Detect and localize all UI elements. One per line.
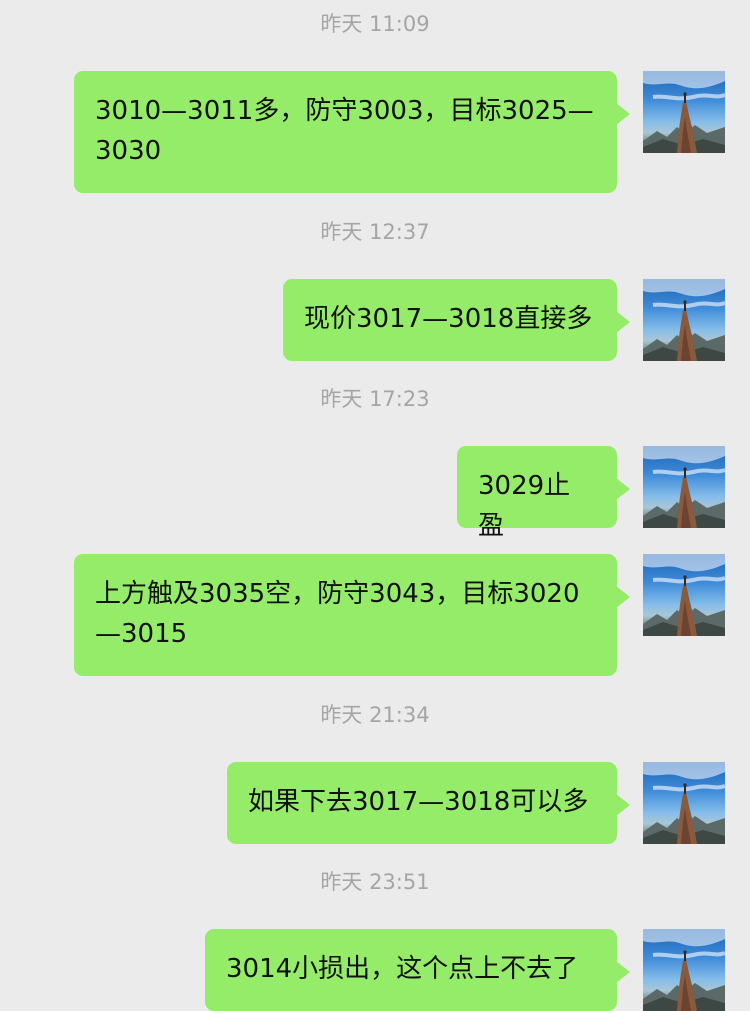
avatar-mountain-icon	[643, 929, 725, 1011]
message-bubble[interactable]: 如果下去3017—3018可以多	[227, 762, 630, 844]
timestamp: 昨天 17:23	[320, 387, 430, 411]
avatar[interactable]	[643, 71, 725, 153]
avatar-mountain-icon	[643, 554, 725, 636]
avatar[interactable]	[643, 554, 725, 636]
message-bubble[interactable]: 3014小损出，这个点上不去了	[205, 929, 630, 1011]
timestamp: 昨天 21:34	[320, 703, 430, 727]
timestamp: 昨天 23:51	[320, 870, 430, 894]
avatar[interactable]	[643, 279, 725, 361]
avatar[interactable]	[643, 929, 725, 1011]
avatar-mountain-icon	[643, 762, 725, 844]
timestamp: 昨天 12:37	[320, 220, 430, 244]
avatar-mountain-icon	[643, 279, 725, 361]
avatar[interactable]	[643, 446, 725, 528]
timestamp: 昨天 11:09	[320, 12, 430, 36]
message-bubble[interactable]: 现价3017—3018直接多	[283, 279, 630, 361]
avatar-mountain-icon	[643, 446, 725, 528]
avatar-mountain-icon	[643, 71, 725, 153]
avatar[interactable]	[643, 762, 725, 844]
message-bubble[interactable]: 3010—3011多，防守3003，目标3025—3030	[74, 71, 630, 193]
message-bubble[interactable]: 上方触及3035空，防守3043，目标3020—3015	[74, 554, 630, 676]
message-bubble[interactable]: 3029止盈	[457, 446, 630, 541]
